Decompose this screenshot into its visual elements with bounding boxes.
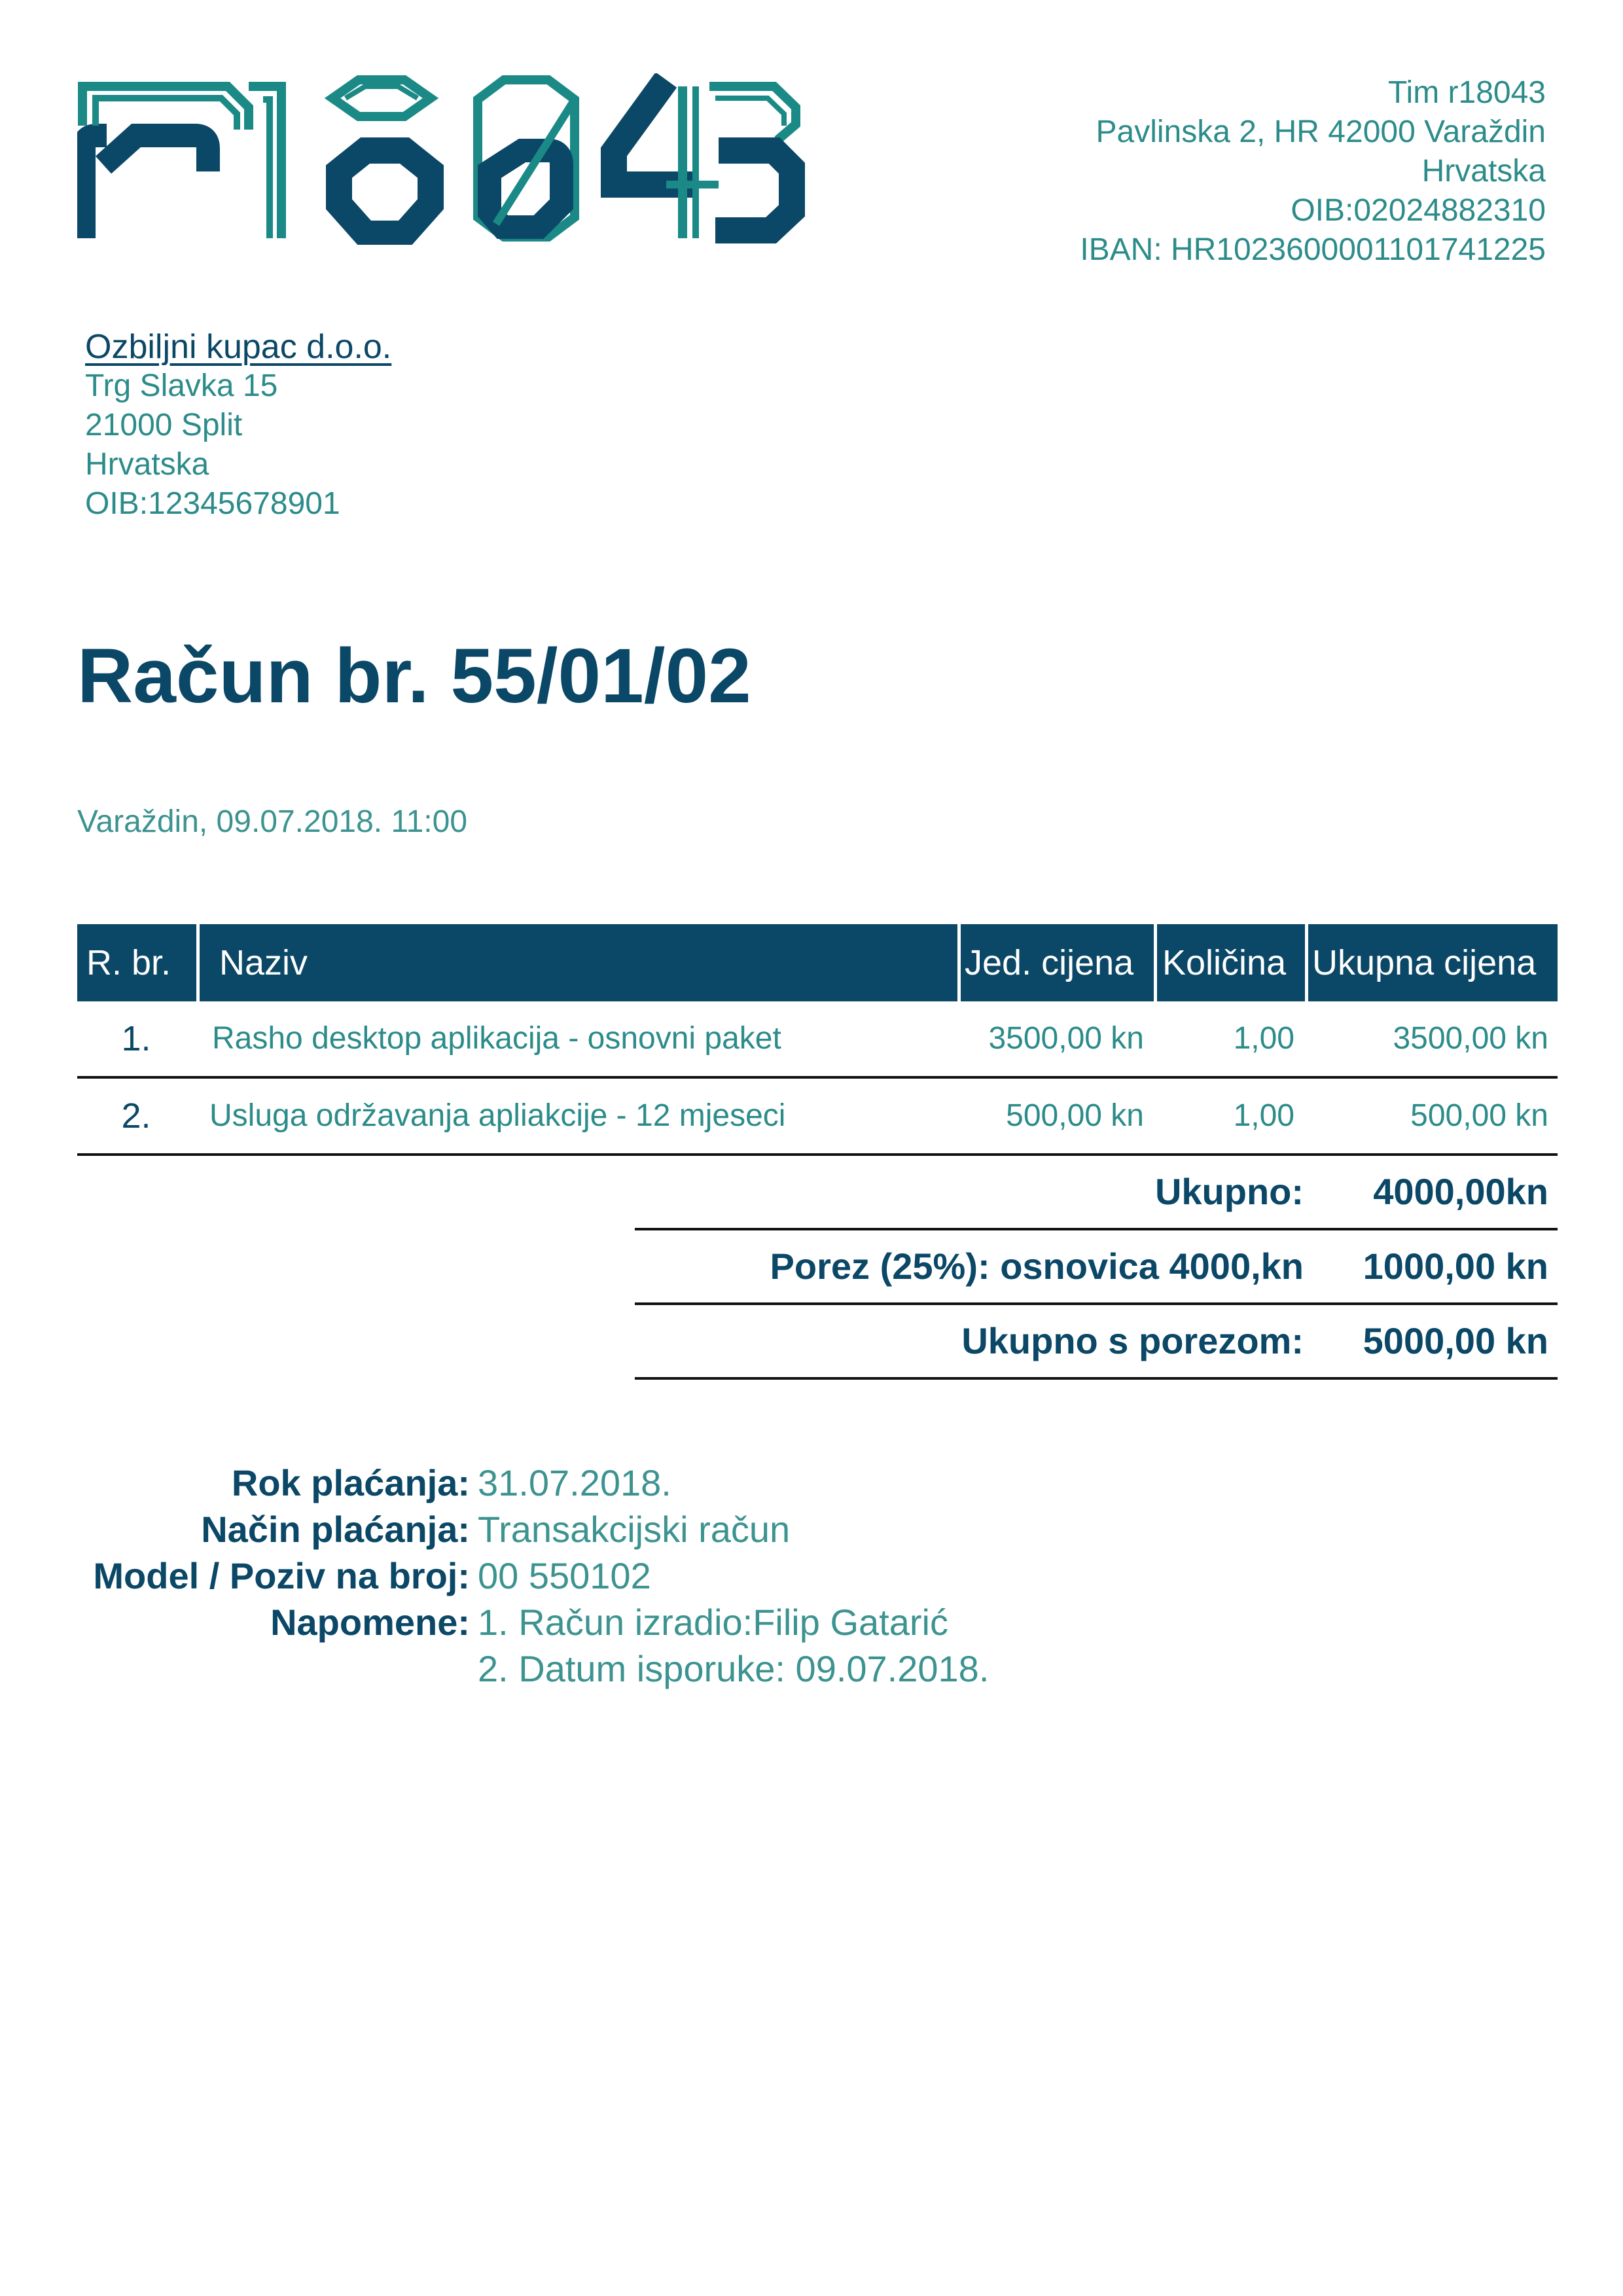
column-header-total: Ukupna cijena [1305, 924, 1536, 1001]
payment-due-value: 31.07.2018. [478, 1462, 671, 1503]
table-row: 1. Rasho desktop aplikacija - osnovni pa… [77, 1001, 1558, 1079]
row-item-name: Rasho desktop aplikacija - osnovni paket [212, 1021, 781, 1056]
notes-value-2: 2. Datum isporuke: 09.07.2018. [478, 1648, 990, 1689]
sender-iban: IBAN: HR1023600001101741225 [1080, 232, 1546, 267]
payment-reference-label: Model / Poziv na broj: [93, 1555, 470, 1596]
buyer-street: Trg Slavka 15 [85, 368, 278, 403]
sender-street: Pavlinska 2, HR 42000 Varaždin [1096, 115, 1546, 149]
row-total: 500,00 kn [1410, 1098, 1548, 1133]
sender-name: Tim r18043 [1388, 75, 1546, 110]
tax-label: Porez (25%): osnovica 4000,kn [770, 1246, 1304, 1287]
grand-total-label: Ukupno s porezom: [961, 1320, 1304, 1361]
notes-label: Napomene: [270, 1602, 470, 1643]
summary-row-grand-total: Ukupno s porezom: 5000,00 kn [635, 1305, 1558, 1380]
table-row: 2. Usluga održavanja apliakcije - 12 mje… [77, 1079, 1558, 1156]
row-number: 2. [121, 1096, 151, 1136]
sender-oib: OIB:02024882310 [1291, 193, 1546, 228]
payment-reference-value: 00 550102 [478, 1555, 651, 1596]
payment-due-label: Rok plaćanja: [231, 1462, 470, 1503]
subtotal-value: 4000,00kn [1373, 1171, 1548, 1212]
subtotal-label: Ukupno: [1154, 1171, 1304, 1212]
invoice-place-date: Varaždin, 09.07.2018. 11:00 [77, 804, 468, 839]
column-header-number: R. br. [86, 943, 171, 982]
row-unit-price: 500,00 kn [1006, 1098, 1144, 1133]
column-header-quantity: Količina [1154, 924, 1286, 1001]
row-item-name: Usluga održavanja apliakcije - 12 mjesec… [209, 1098, 786, 1133]
buyer-country: Hrvatska [85, 447, 209, 482]
payment-method-label: Način plaćanja: [201, 1509, 470, 1550]
summary-row-tax: Porez (25%): osnovica 4000,kn 1000,00 kn [635, 1230, 1558, 1305]
row-total: 3500,00 kn [1393, 1021, 1548, 1056]
notes-value-1: 1. Račun izradio:Filip Gatarić [478, 1602, 948, 1643]
column-header-unit-price: Jed. cijena [957, 924, 1133, 1001]
summary-row-subtotal: Ukupno: 4000,00kn [635, 1156, 1558, 1230]
tax-value: 1000,00 kn [1363, 1246, 1548, 1287]
buyer-oib: OIB:12345678901 [85, 486, 340, 521]
row-number: 1. [121, 1019, 151, 1058]
sender-country: Hrvatska [1421, 154, 1546, 188]
table-header: R. br. Naziv Jed. cijena Količina Ukupna… [77, 924, 1558, 1001]
company-logo [77, 73, 805, 245]
row-quantity: 1,00 [1233, 1098, 1294, 1133]
row-unit-price: 3500,00 kn [988, 1021, 1144, 1056]
grand-total-value: 5000,00 kn [1363, 1320, 1548, 1361]
column-header-name: Naziv [196, 924, 308, 1001]
row-quantity: 1,00 [1233, 1021, 1294, 1056]
buyer-address-block: Ozbiljni kupac d.o.o. Trg Slavka 15 2100… [85, 327, 391, 524]
sender-address-block: Tim r18043 Pavlinska 2, HR 42000 Varaždi… [1080, 73, 1546, 270]
payment-method-value: Transakcijski račun [478, 1509, 791, 1550]
invoice-title: Račun br. 55/01/02 [77, 633, 751, 719]
buyer-name: Ozbiljni kupac d.o.o. [85, 328, 392, 366]
buyer-city: 21000 Split [85, 408, 243, 442]
